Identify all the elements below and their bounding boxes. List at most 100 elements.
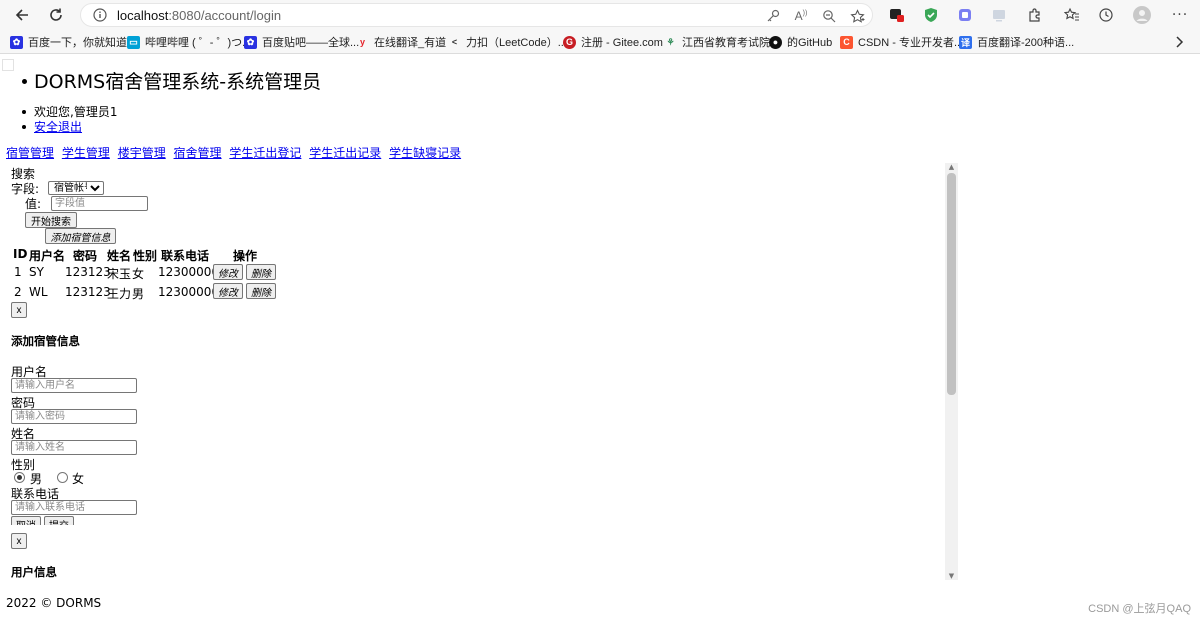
address-bar[interactable]: localhost:8080/account/login A)) — [80, 3, 873, 27]
bookmark-label: CSDN - 专业开发者... — [858, 37, 964, 49]
table-cell-name: 宋玉 — [107, 267, 132, 281]
bookmark-item[interactable]: ● 的GitHub — [769, 33, 832, 51]
baidu-paw-icon: ✿ — [244, 35, 257, 49]
footer-text: 2022 © DORMS — [6, 596, 102, 610]
user-info-title: 用户信息 — [11, 565, 57, 579]
table-cell-password: 123123 — [65, 285, 111, 299]
reload-button[interactable] — [44, 4, 68, 26]
jx-education-icon: ⚘ — [666, 36, 675, 47]
table-cell-id: 2 — [14, 285, 22, 299]
key-icon[interactable] — [764, 7, 782, 25]
browser-toolbar: localhost:8080/account/login A)) ··· — [0, 0, 1200, 30]
name-input[interactable] — [11, 440, 137, 455]
leetcode-icon: < — [451, 37, 458, 47]
bookmark-label: 百度翻译-200种语... — [977, 37, 1075, 49]
bookmark-label: 哔哩哔哩 ( ゜- ゜)つ... — [145, 37, 252, 49]
broken-image-icon — [2, 59, 14, 71]
value-label: 值: — [25, 197, 42, 211]
table-cell-phone: 12300000 — [158, 265, 220, 279]
favorite-star-icon[interactable] — [848, 7, 866, 25]
table-header-gender: 性别 — [133, 249, 158, 263]
bookmark-item[interactable]: y 在线翻译_有道 — [356, 33, 446, 51]
submit-button[interactable]: 提交 — [44, 516, 74, 525]
table-cell-gender: 女 — [132, 267, 145, 281]
favorites-icon[interactable] — [1062, 5, 1082, 25]
bookmark-item[interactable]: C CSDN - 专业开发者... — [840, 33, 963, 51]
extensions-puzzle-icon[interactable] — [1025, 5, 1045, 25]
gitee-icon: G — [563, 35, 576, 49]
gender-radio-female[interactable] — [57, 472, 68, 483]
table-header-phone: 联系电话 — [161, 249, 210, 263]
add-form-title: 添加宿管信息 — [11, 334, 80, 348]
bilibili-tv-icon: ▭ — [127, 35, 140, 49]
watermark-text: CSDN @上弦月QAQ — [1088, 603, 1191, 615]
close-button[interactable]: x — [11, 533, 27, 549]
cancel-button[interactable]: 取消 — [11, 516, 41, 525]
profile-avatar-icon[interactable] — [1132, 5, 1152, 25]
table-header-password: 密码 — [73, 249, 98, 263]
shield-check-icon[interactable] — [921, 5, 941, 25]
more-menu-icon[interactable]: ··· — [1170, 5, 1190, 25]
bookmark-item[interactable]: 译百度翻译-200种语... — [959, 33, 1074, 51]
add-dorm-manager-button[interactable]: 添加宿管信息 — [45, 228, 116, 244]
field-value-input[interactable] — [51, 196, 148, 211]
extension-red-icon[interactable] — [887, 5, 907, 25]
edit-button[interactable]: 修改 — [213, 264, 243, 280]
scrollbar-thumb[interactable] — [947, 173, 956, 395]
reload-icon — [50, 8, 62, 21]
baidu-translate-icon: 译 — [959, 35, 972, 49]
bookmark-label: 江西省教育考试院 — [682, 37, 770, 49]
content-scroll-area[interactable]: 搜索 字段: 宿管帐号 值: 开始搜索 添加宿管信息 ID 用户名 密码 姓名 … — [0, 108, 958, 525]
chevron-right-icon[interactable] — [1172, 35, 1186, 49]
table-header-username: 用户名 — [29, 249, 66, 263]
zoom-icon[interactable] — [820, 7, 838, 25]
table-header-actions: 操作 — [233, 249, 258, 263]
phone-input[interactable] — [11, 500, 137, 515]
bookmark-item[interactable]: ✿ 百度一下，你就知道 — [10, 33, 127, 51]
csdn-c-icon: C — [840, 35, 853, 49]
table-cell-id: 1 — [14, 265, 22, 279]
bookmark-item[interactable]: ✿ 百度贴吧——全球... — [244, 33, 359, 51]
delete-button[interactable]: 删除 — [246, 283, 276, 299]
url-text: localhost:8080/account/login — [117, 8, 282, 23]
scroll-down-arrow-icon[interactable]: ▼ — [947, 572, 956, 580]
search-button[interactable]: 开始搜索 — [25, 212, 77, 228]
bookmark-item[interactable]: G 注册 - Gitee.com — [563, 33, 663, 51]
baidu-paw-icon: ✿ — [10, 35, 23, 49]
history-icon[interactable] — [1096, 5, 1116, 25]
field-select[interactable]: 宿管帐号 — [48, 181, 104, 195]
bookmark-label: 注册 - Gitee.com — [581, 37, 663, 49]
bookmark-label: 力扣（LeetCode）... — [466, 37, 567, 49]
table-header-id: ID — [13, 247, 28, 261]
gender-radio-male[interactable] — [14, 472, 25, 483]
table-header-name: 姓名 — [107, 249, 132, 263]
table-cell-gender: 男 — [132, 287, 145, 301]
bookmark-label: 百度贴吧——全球... — [262, 37, 360, 49]
gender-option-label: 女 — [72, 472, 85, 486]
table-cell-username: SY — [29, 265, 44, 279]
delete-button[interactable]: 删除 — [246, 264, 276, 280]
bookmark-item[interactable]: < 力扣（LeetCode）... — [448, 33, 567, 51]
bookmarks-bar: ✿ 百度一下，你就知道 ▭ 哔哩哔哩 ( ゜- ゜)つ... ✿ 百度贴吧——全球..… — [0, 30, 1200, 54]
info-icon[interactable] — [92, 7, 108, 23]
arrow-left-icon — [15, 9, 28, 21]
username-input[interactable] — [11, 378, 137, 393]
read-aloud-icon[interactable]: A)) — [792, 7, 810, 25]
table-cell-name: 王力 — [107, 287, 132, 301]
extension-purple-icon[interactable] — [955, 5, 975, 25]
scroll-up-arrow-icon[interactable]: ▲ — [947, 163, 956, 171]
bookmark-item[interactable]: ⚘ 江西省教育考试院 — [664, 33, 770, 51]
table-cell-password: 123123 — [65, 265, 111, 279]
back-button[interactable] — [10, 4, 34, 26]
bookmark-label: 百度一下，你就知道 — [28, 37, 127, 49]
bullet — [22, 79, 27, 84]
extension-gray-icon[interactable] — [989, 5, 1009, 25]
vertical-scrollbar[interactable]: ▲ ▼ — [945, 163, 958, 580]
bookmark-label: 的GitHub — [787, 37, 833, 49]
close-button[interactable]: x — [11, 302, 27, 318]
password-input[interactable] — [11, 409, 137, 424]
github-icon: ● — [769, 35, 782, 49]
bookmark-item[interactable]: ▭ 哔哩哔哩 ( ゜- ゜)つ... — [127, 33, 251, 51]
edit-button[interactable]: 修改 — [213, 283, 243, 299]
bookmark-label: 在线翻译_有道 — [374, 37, 447, 49]
